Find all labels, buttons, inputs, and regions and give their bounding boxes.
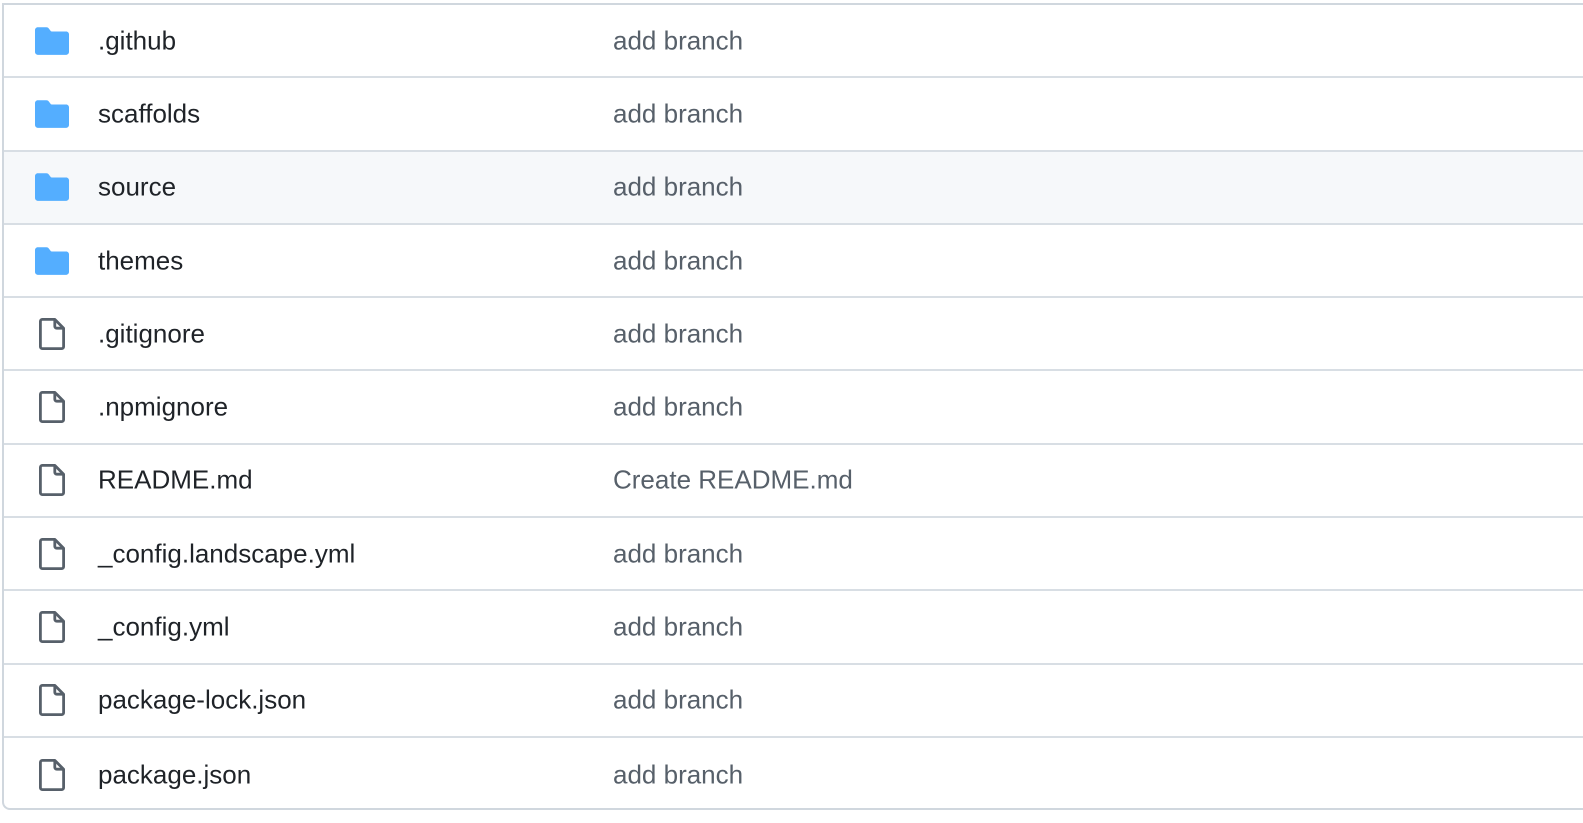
file-name-link[interactable]: _config.landscape.yml [98,538,355,569]
commit-message-link[interactable]: add branch [613,538,743,569]
folder-icon [34,23,70,59]
file-row[interactable]: .gitignore add branch [4,298,1583,372]
file-name-link[interactable]: .github [98,25,176,56]
file-name-link[interactable]: package.json [98,759,251,790]
commit-message-link[interactable]: add branch [613,392,743,423]
commit-message-link[interactable]: add branch [613,685,743,716]
file-icon [34,536,70,572]
file-name-link[interactable]: .gitignore [98,318,205,349]
file-row[interactable]: package.json add branch [4,738,1583,808]
file-name-link[interactable]: scaffolds [98,98,200,129]
folder-icon [34,243,70,279]
folder-icon [34,96,70,132]
file-row[interactable]: _config.yml add branch [4,591,1583,665]
file-name-link[interactable]: _config.yml [98,612,230,643]
commit-message-link[interactable]: add branch [613,245,743,276]
commit-message-link[interactable]: add branch [613,172,743,203]
commit-message-link[interactable]: add branch [613,318,743,349]
file-icon [34,389,70,425]
file-row[interactable]: .github add branch [4,5,1583,79]
file-row[interactable]: scaffolds add branch [4,78,1583,152]
file-icon [34,757,70,793]
commit-message-link[interactable]: Create README.md [613,465,853,496]
file-row[interactable]: source add branch [4,151,1583,225]
file-list: .github add branch scaffolds add branch … [2,3,1583,810]
file-icon [34,462,70,498]
file-name-link[interactable]: source [98,172,176,203]
commit-message-link[interactable]: add branch [613,98,743,129]
commit-message-link[interactable]: add branch [613,612,743,643]
commit-message-link[interactable]: add branch [613,759,743,790]
file-row[interactable]: README.md Create README.md [4,445,1583,519]
file-row[interactable]: themes add branch [4,225,1583,299]
file-row[interactable]: .npmignore add branch [4,371,1583,445]
file-row[interactable]: _config.landscape.yml add branch [4,518,1583,592]
file-name-link[interactable]: README.md [98,465,253,496]
file-icon [34,609,70,645]
commit-message-link[interactable]: add branch [613,25,743,56]
file-name-link[interactable]: .npmignore [98,392,228,423]
file-name-link[interactable]: package-lock.json [98,685,306,716]
file-icon [34,682,70,718]
file-name-link[interactable]: themes [98,245,183,276]
file-row[interactable]: package-lock.json add branch [4,665,1583,738]
folder-icon [34,169,70,205]
file-icon [34,316,70,352]
